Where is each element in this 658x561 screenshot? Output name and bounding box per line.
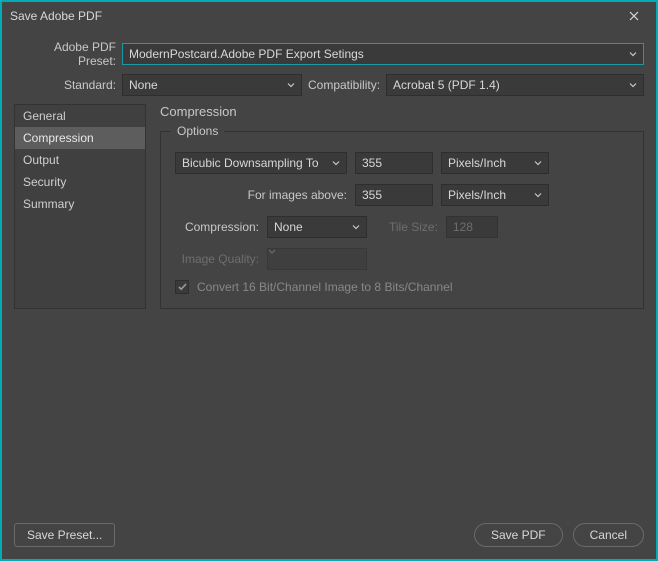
standard-select[interactable]: None [122,74,302,96]
downsample-unit-value: Pixels/Inch [448,156,506,170]
chevron-down-icon [287,83,295,88]
sidebar-item-label: General [23,109,66,123]
convert-16bit-label: Convert 16 Bit/Channel Image to 8 Bits/C… [197,280,452,294]
save-preset-button[interactable]: Save Preset... [14,523,115,547]
cancel-button[interactable]: Cancel [573,523,644,547]
sidebar-item-compression[interactable]: Compression [15,127,145,149]
preset-label: Adobe PDF Preset: [14,40,122,68]
content-panel: Compression Options Bicubic Downsampling… [146,104,644,309]
preset-value: ModernPostcard.Adobe PDF Export Setings [129,47,364,61]
save-pdf-label: Save PDF [491,528,546,542]
sidebar: General Compression Output Security Summ… [14,104,146,309]
image-quality-select [267,248,367,270]
above-value: 355 [362,188,382,202]
sidebar-item-summary[interactable]: Summary [15,193,145,215]
dialog-footer: Save Preset... Save PDF Cancel [14,523,644,547]
dialog-body: Adobe PDF Preset: ModernPostcard.Adobe P… [2,30,656,559]
compression-label: Compression: [175,220,259,234]
options-fieldset: Options Bicubic Downsampling To 355 Pixe… [160,131,644,309]
save-preset-label: Save Preset... [27,528,102,542]
compatibility-select[interactable]: Acrobat 5 (PDF 1.4) [386,74,644,96]
chevron-down-icon [629,52,637,57]
sidebar-item-general[interactable]: General [15,105,145,127]
sidebar-item-label: Compression [23,131,94,145]
sidebar-item-label: Summary [23,197,74,211]
downsample-value-input[interactable]: 355 [355,152,433,174]
chevron-down-icon [534,193,542,198]
save-pdf-button[interactable]: Save PDF [474,523,563,547]
titlebar: Save Adobe PDF [2,2,656,30]
chevron-down-icon [352,225,360,230]
dialog-window: Save Adobe PDF Adobe PDF Preset: ModernP… [0,0,658,561]
section-title: Compression [160,104,644,119]
for-images-above-label: For images above: [175,188,347,202]
tile-size-label: Tile Size: [375,220,438,234]
downsample-method-value: Bicubic Downsampling To [182,156,319,170]
standard-label: Standard: [14,78,122,92]
downsample-unit-select[interactable]: Pixels/Inch [441,152,549,174]
sidebar-item-label: Security [23,175,66,189]
compression-type-value: None [274,220,303,234]
chevron-down-icon [629,83,637,88]
close-icon [629,11,639,21]
tile-size-value: 128 [453,220,473,234]
tile-size-input: 128 [446,216,498,238]
chevron-down-icon [332,161,340,166]
compatibility-value: Acrobat 5 (PDF 1.4) [393,78,500,92]
convert-16bit-checkbox[interactable] [175,280,189,294]
standard-value: None [129,78,158,92]
checkmark-icon [178,283,187,291]
above-unit-value: Pixels/Inch [448,188,506,202]
downsample-value: 355 [362,156,382,170]
chevron-down-icon [268,249,366,254]
options-legend: Options [171,124,224,138]
sidebar-item-security[interactable]: Security [15,171,145,193]
cancel-label: Cancel [590,528,627,542]
sidebar-item-label: Output [23,153,59,167]
compression-type-select[interactable]: None [267,216,367,238]
chevron-down-icon [534,161,542,166]
preset-select[interactable]: ModernPostcard.Adobe PDF Export Setings [122,43,644,65]
downsample-method-select[interactable]: Bicubic Downsampling To [175,152,347,174]
sidebar-item-output[interactable]: Output [15,149,145,171]
image-quality-label: Image Quality: [175,252,259,266]
for-images-above-input[interactable]: 355 [355,184,433,206]
window-title: Save Adobe PDF [2,9,612,23]
close-button[interactable] [612,2,656,30]
compatibility-label: Compatibility: [302,78,386,92]
above-unit-select[interactable]: Pixels/Inch [441,184,549,206]
